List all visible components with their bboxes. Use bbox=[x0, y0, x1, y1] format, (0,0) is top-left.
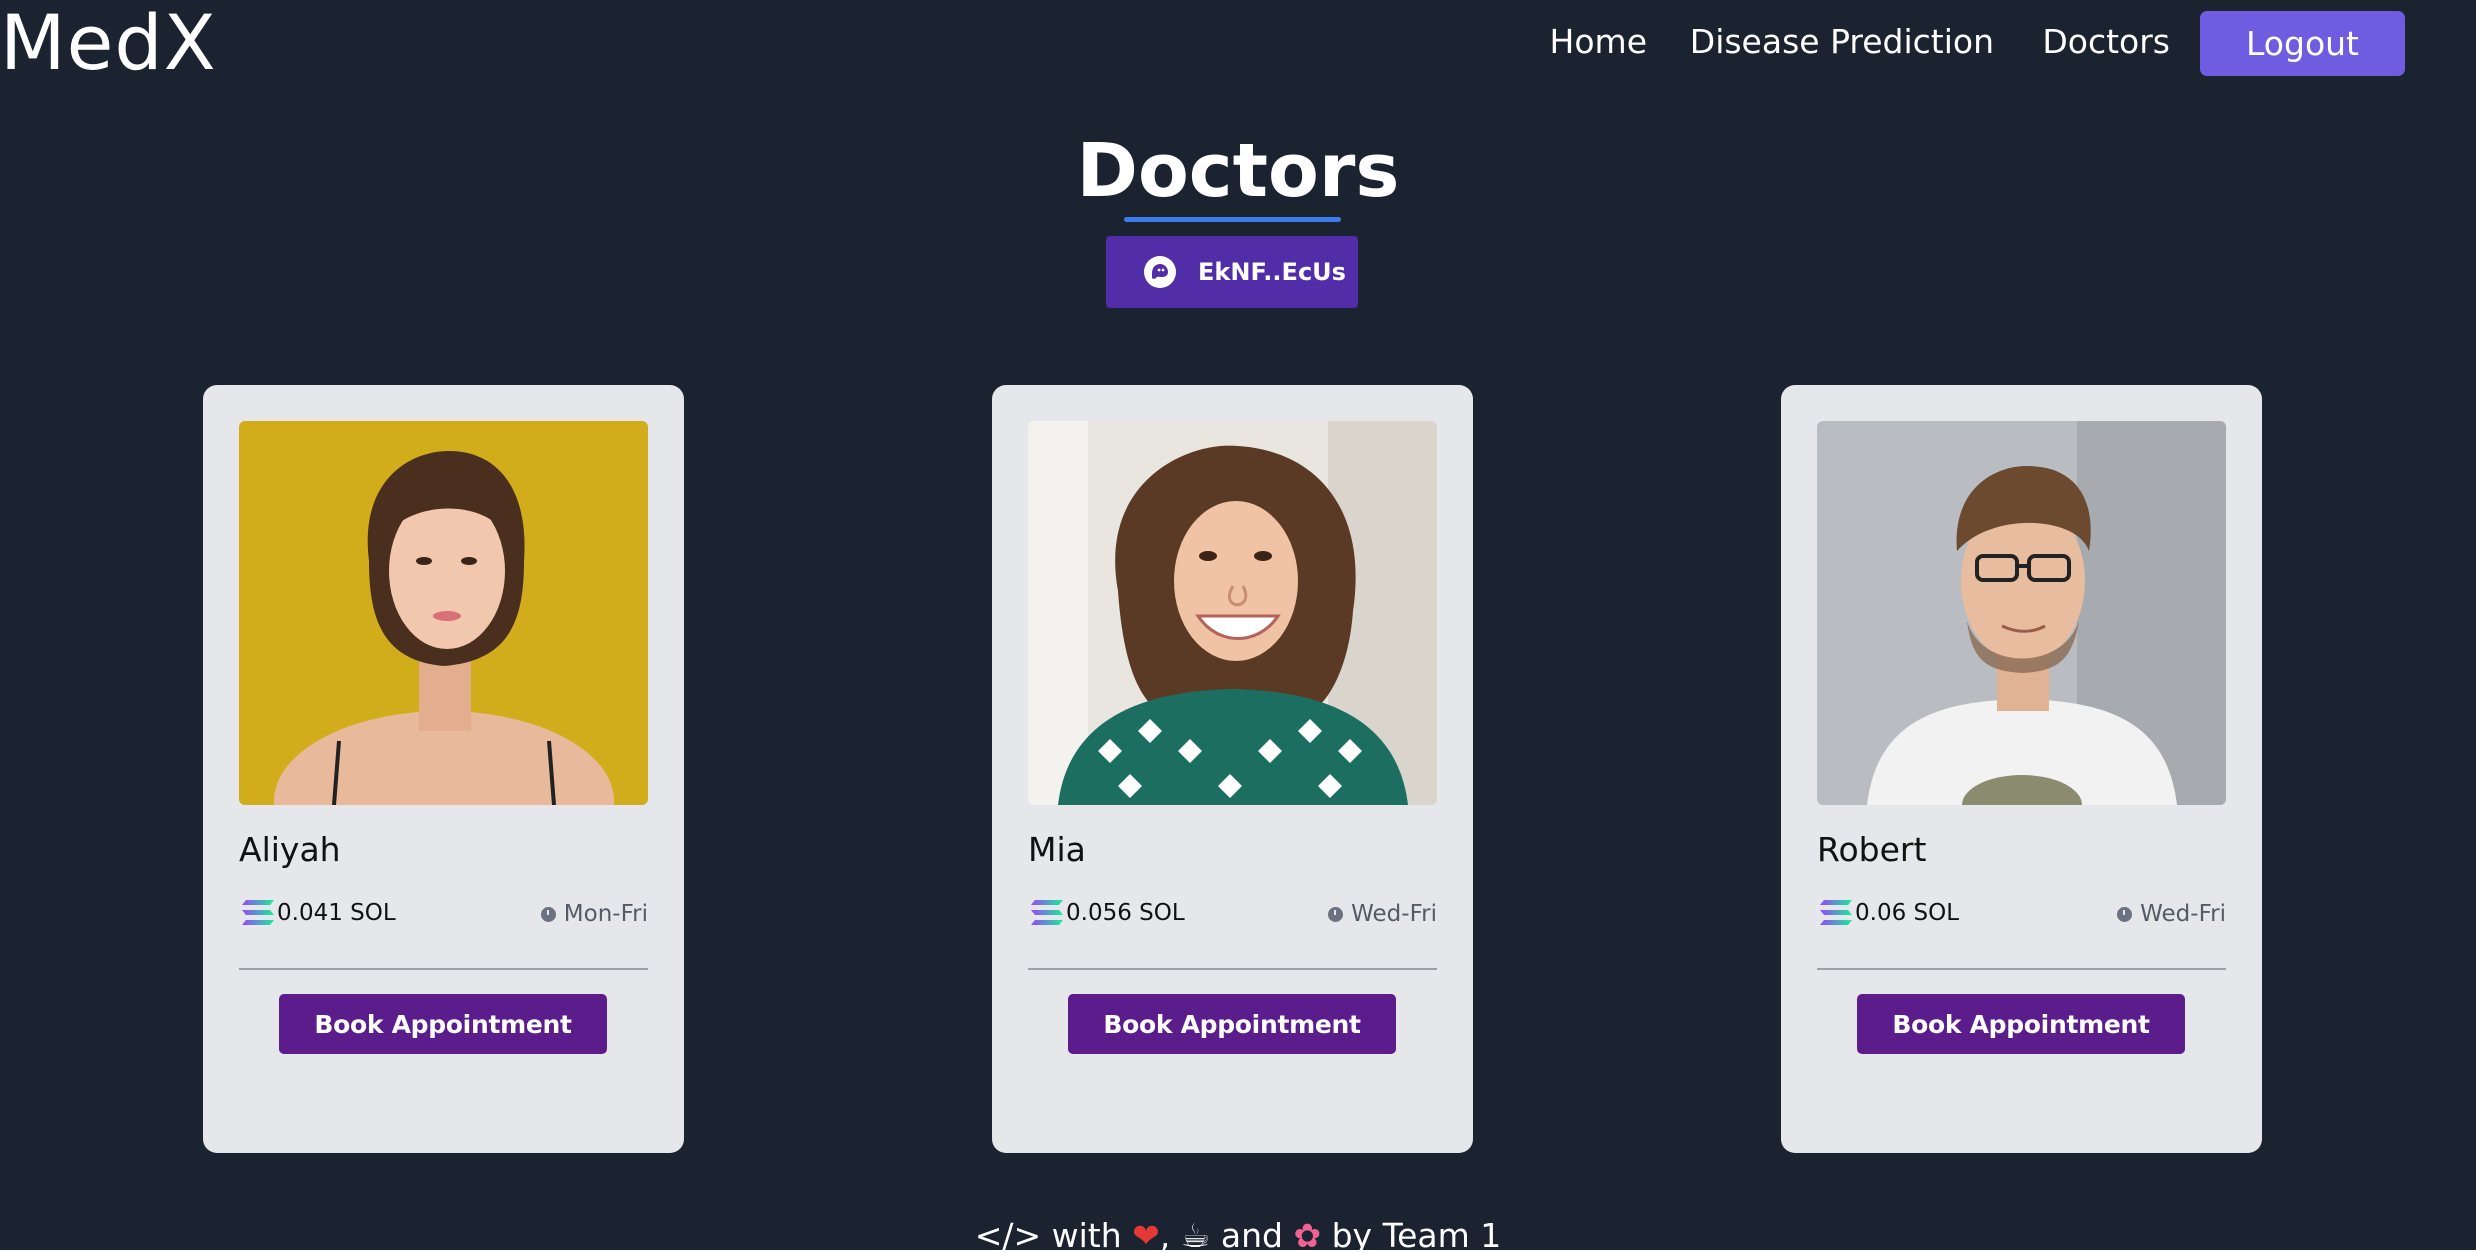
page-title: Doctors bbox=[1076, 128, 1400, 214]
wallet-address: EkNF..EcUs bbox=[1198, 258, 1346, 286]
logout-button[interactable]: Logout bbox=[2200, 11, 2405, 76]
doctor-photo bbox=[1028, 421, 1437, 805]
title-underline bbox=[1124, 217, 1341, 222]
footer-and-text: and bbox=[1220, 1216, 1283, 1253]
card-divider bbox=[1817, 968, 2226, 970]
price-value: 0.056 SOL bbox=[1066, 900, 1185, 926]
solana-icon bbox=[1820, 900, 1852, 925]
heart-icon: ❤ bbox=[1132, 1216, 1160, 1253]
footer-code-text: </> with bbox=[974, 1216, 1122, 1253]
brain-icon: ✿ bbox=[1293, 1216, 1322, 1253]
doctor-schedule: Wed-Fri bbox=[1328, 901, 1437, 927]
doctor-schedule: Mon-Fri bbox=[540, 901, 648, 927]
doctor-photo bbox=[1817, 421, 2226, 805]
wallet-button[interactable]: EkNF..EcUs bbox=[1106, 236, 1358, 308]
footer-by-text: by Team 1 bbox=[1331, 1216, 1502, 1253]
book-appointment-button[interactable]: Book Appointment bbox=[1068, 994, 1396, 1054]
schedule-days: Wed-Fri bbox=[1351, 901, 1437, 927]
doctor-name: Mia bbox=[1028, 830, 1086, 869]
doctor-price: 0.056 SOL bbox=[1028, 898, 1185, 928]
clock-icon bbox=[1328, 906, 1344, 922]
doctor-price: 0.06 SOL bbox=[1817, 898, 1959, 928]
doctor-card: Aliyah 0.041 SOL Mon-Fri Book Appointmen… bbox=[203, 385, 684, 1153]
solana-icon bbox=[242, 900, 274, 925]
card-divider bbox=[1028, 968, 1437, 970]
price-value: 0.041 SOL bbox=[277, 900, 396, 926]
app-logo[interactable]: MedX bbox=[0, 0, 217, 86]
coffee-icon: ☕ bbox=[1180, 1216, 1211, 1253]
card-divider bbox=[239, 968, 648, 970]
nav-disease-prediction-link[interactable]: Disease Prediction bbox=[1690, 22, 1994, 62]
nav-home-link[interactable]: Home bbox=[1550, 22, 1647, 62]
doctor-schedule: Wed-Fri bbox=[2117, 901, 2226, 927]
clock-icon bbox=[2117, 906, 2133, 922]
doctor-price: 0.041 SOL bbox=[239, 898, 396, 928]
nav-doctors-link[interactable]: Doctors bbox=[2042, 22, 2170, 62]
doctor-card: Mia 0.056 SOL Wed-Fri Book Appointment bbox=[992, 385, 1473, 1153]
doctor-photo bbox=[239, 421, 648, 805]
book-appointment-button[interactable]: Book Appointment bbox=[1857, 994, 2185, 1054]
clock-icon bbox=[540, 906, 556, 922]
footer-credit: </> with ❤, ☕ and ✿ by Team 1 bbox=[974, 1216, 1502, 1253]
phantom-ghost-icon bbox=[1144, 256, 1176, 288]
doctor-card: Robert 0.06 SOL Wed-Fri Book Appointment bbox=[1781, 385, 2262, 1153]
doctor-name: Aliyah bbox=[239, 830, 341, 869]
schedule-days: Wed-Fri bbox=[2140, 901, 2226, 927]
top-nav: Home Disease Prediction Doctors Logout bbox=[1476, 0, 2476, 86]
solana-icon bbox=[1031, 900, 1063, 925]
price-value: 0.06 SOL bbox=[1855, 900, 1960, 926]
book-appointment-button[interactable]: Book Appointment bbox=[279, 994, 607, 1054]
schedule-days: Mon-Fri bbox=[563, 901, 648, 927]
doctor-name: Robert bbox=[1817, 830, 1927, 869]
